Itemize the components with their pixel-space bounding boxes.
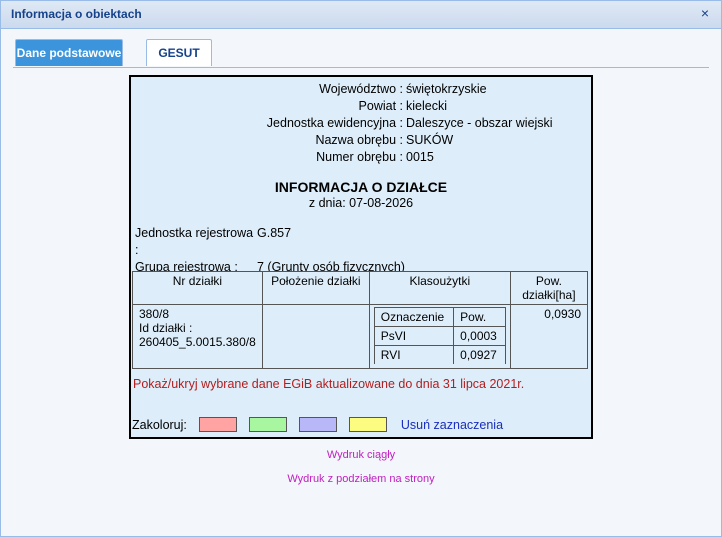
close-icon[interactable]: ×	[699, 6, 711, 20]
window-titlebar: Informacja o obiektach ×	[1, 1, 721, 29]
page-title: INFORMACJA O DZIAŁCE	[274, 179, 448, 195]
land-use-area: 0,0927	[453, 345, 506, 364]
location-block: Województwo : świętokrzyskie Powiat : kiel…	[131, 81, 591, 166]
precinct-number-value: 0015	[406, 150, 434, 164]
voivodeship-label: Województwo :	[319, 82, 403, 96]
land-use-table: Oznaczenie Pow. PsVI 0,0003 RVI 0,0927	[373, 307, 506, 364]
registry-unit-label: Jednostka rejestrowa :	[135, 226, 254, 257]
table-header-row: Nr działki Położenie działki Klasoużytki…	[132, 271, 589, 305]
county-label: Powiat :	[358, 99, 403, 113]
tab-dane-podstawowe[interactable]: Dane podstawowe	[15, 39, 123, 66]
precinct-name-value: SUKÓW	[406, 133, 454, 147]
plot-area-cell: 0,0930	[509, 304, 589, 369]
plot-info-panel: Województwo : świętokrzyskie Powiat : kiel…	[129, 75, 593, 439]
tab-strip: Dane podstawowe GESUT	[13, 39, 709, 68]
precinct-number-label: Numer obrębu :	[316, 150, 403, 164]
print-continuous-link[interactable]: Wydruk ciągły	[1, 449, 721, 461]
plot-number: 380/8	[139, 307, 170, 321]
plot-id-label: Id działki :	[139, 321, 193, 335]
land-use-class: RVI	[373, 345, 455, 364]
info-window: Informacja o obiektach × Dane podstawowe…	[0, 0, 722, 537]
land-use-cell: Oznaczenie Pow. PsVI 0,0003 RVI 0,0927	[368, 304, 511, 369]
color-swatch-red[interactable]	[198, 417, 237, 432]
colorize-label: Zakoloruj:	[132, 417, 187, 432]
unit-label: Jednostka ewidencyjna :	[266, 116, 403, 130]
colorize-bar: Zakoloruj: Usuń zaznaczenia	[132, 417, 503, 432]
registry-unit-value: G.857	[257, 226, 292, 240]
voivodeship-value: świętokrzyskie	[406, 82, 487, 96]
land-use-header-designation: Oznaczenie	[373, 307, 455, 327]
window-body: Dane podstawowe GESUT Województwo : święt…	[1, 29, 721, 536]
land-use-header-area: Pow.	[453, 307, 506, 327]
clear-selection-link[interactable]: Usuń zaznaczenia	[401, 418, 503, 432]
color-swatch-yellow[interactable]	[348, 417, 387, 432]
col-header-plot-number: Nr działki	[132, 271, 263, 305]
col-header-area: Pow. działki[ha]	[509, 271, 589, 305]
col-header-plot-location: Położenie działki	[261, 271, 370, 305]
plot-table: Nr działki Położenie działki Klasoużytki…	[132, 271, 589, 369]
unit-value: Daleszyce - obszar wiejski	[406, 116, 553, 130]
registry-block: Jednostka rejestrowa : G.857 Grupa rejest…	[135, 225, 405, 276]
print-paged-link[interactable]: Wydruk z podziałem na strony	[1, 473, 721, 485]
land-use-class: PsVI	[373, 326, 455, 346]
egib-toggle-link[interactable]: Pokaż/ukryj wybrane dane EGiB aktualizow…	[133, 377, 524, 391]
precinct-name-label: Nazwa obrębu :	[315, 133, 403, 147]
window-title: Informacja o obiektach	[11, 7, 142, 21]
county-value: kielecki	[406, 99, 447, 113]
color-swatch-green[interactable]	[248, 417, 287, 432]
tab-gesut[interactable]: GESUT	[146, 39, 212, 66]
plot-location-cell	[261, 304, 370, 369]
col-header-land-use: Klasoużytki	[368, 271, 511, 305]
plot-number-cell: 380/8 Id działki : 260405_5.0015.380/8	[132, 304, 263, 369]
report-date: z dnia: 07-08-2026	[308, 196, 414, 210]
table-row: 380/8 Id działki : 260405_5.0015.380/8 O…	[132, 304, 589, 369]
land-use-area: 0,0003	[453, 326, 506, 346]
color-swatch-blue[interactable]	[298, 417, 337, 432]
plot-id: 260405_5.0015.380/8	[139, 335, 256, 349]
